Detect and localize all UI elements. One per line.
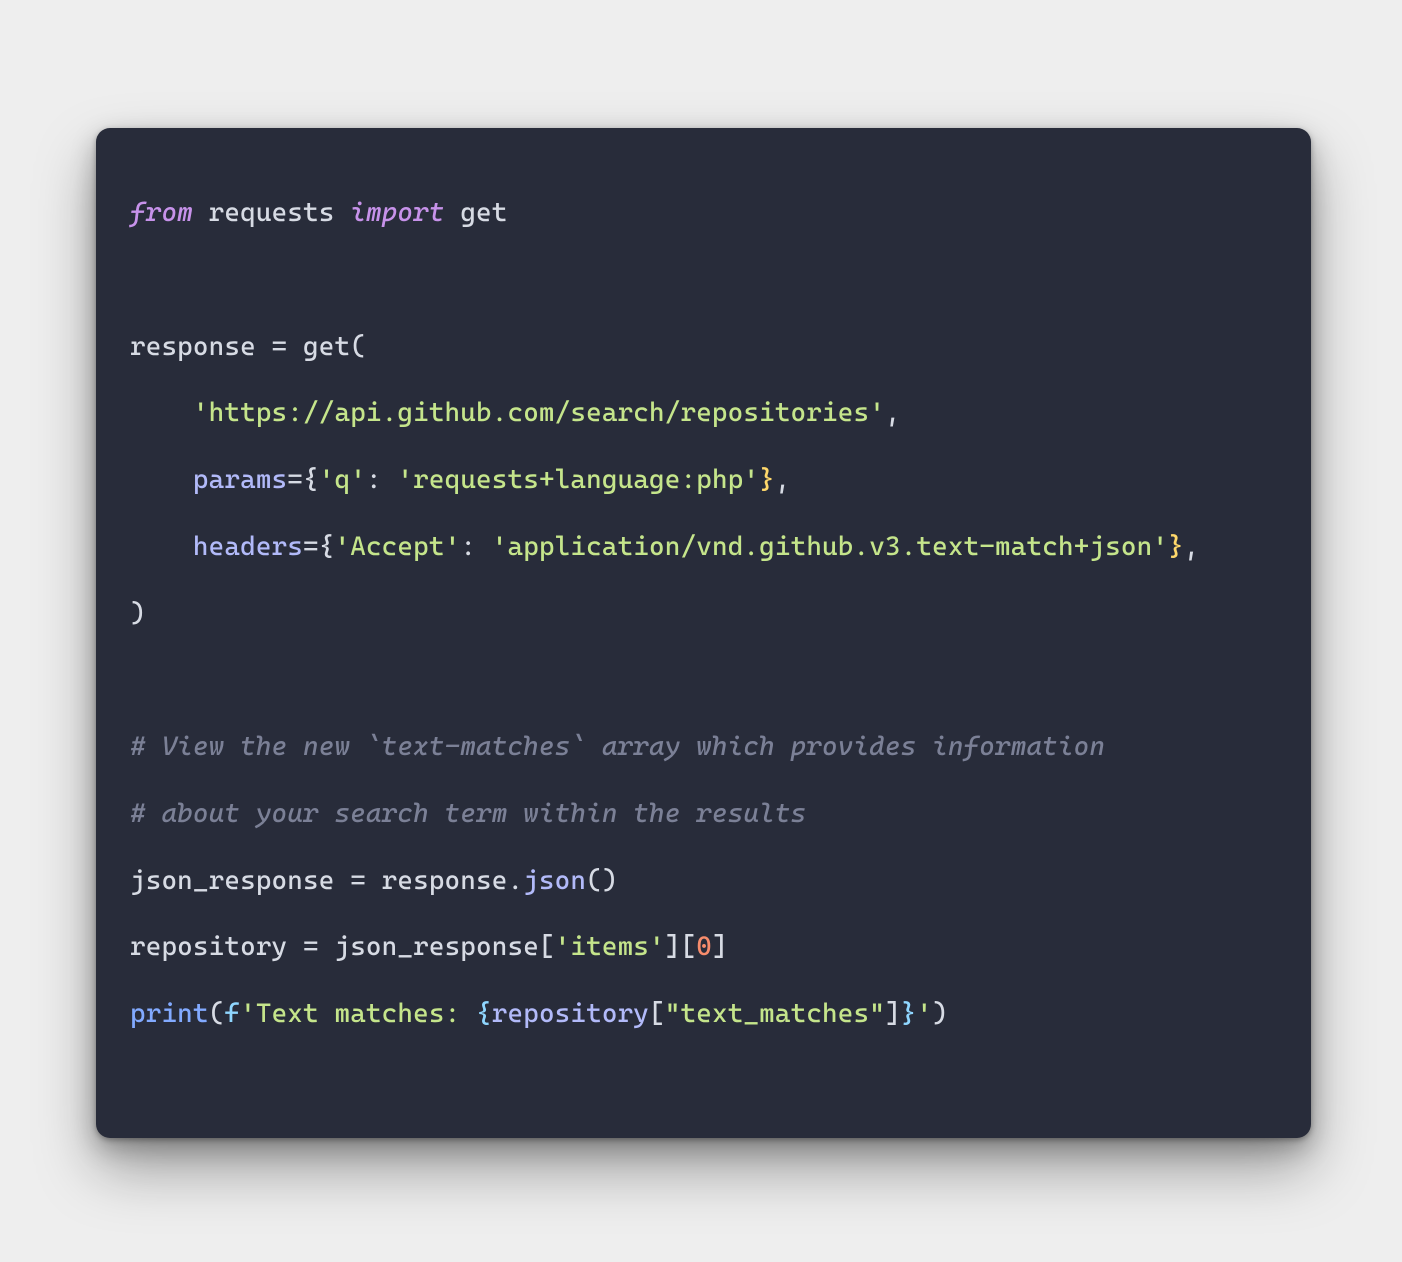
- comma: ,: [885, 397, 901, 428]
- space: [193, 197, 209, 228]
- imported-name: get: [460, 197, 507, 228]
- fstring-var-repository: repository: [492, 998, 649, 1029]
- comment-line-1: # View the new `text-matches` array whic…: [130, 731, 1105, 762]
- fstring-brace-close: }: [901, 998, 917, 1029]
- index-close: ]: [712, 931, 728, 962]
- code-card: from requests import get response = get(…: [96, 128, 1311, 1138]
- indent: [130, 531, 193, 562]
- comment-line-2: # about your search term within the resu…: [130, 798, 806, 829]
- param-params: params: [193, 464, 287, 495]
- equals: =: [350, 865, 366, 896]
- equals: =: [303, 531, 319, 562]
- expr-response-dot: response.: [366, 865, 523, 896]
- paren-open: (: [209, 998, 225, 1029]
- number-zero: 0: [696, 931, 712, 962]
- equals: =: [303, 931, 319, 962]
- brace-close: }: [1168, 531, 1184, 562]
- var-response: response: [130, 331, 272, 362]
- fstring-key: "text_matches": [665, 998, 885, 1029]
- equals: =: [272, 331, 288, 362]
- index-mid: ][: [665, 931, 696, 962]
- space: [445, 197, 461, 228]
- keyword-from: from: [130, 197, 193, 228]
- module-name: requests: [209, 197, 335, 228]
- string-q: 'q': [319, 464, 366, 495]
- expr-jsonresp-index-open: json_response[: [319, 931, 555, 962]
- space: [334, 197, 350, 228]
- var-json-response: json_response: [130, 865, 350, 896]
- comma: ,: [1184, 531, 1200, 562]
- indent: [130, 464, 193, 495]
- fstring-brace-open: {: [476, 998, 492, 1029]
- paren-close: ): [130, 598, 146, 629]
- code-block: from requests import get response = get(…: [130, 180, 1277, 1048]
- fn-print: print: [130, 998, 209, 1029]
- indent: [130, 397, 193, 428]
- string-accept-value: 'application/vnd.github.v3.text-match+js…: [492, 531, 1168, 562]
- fstring-text-2: ': [916, 998, 932, 1029]
- string-query: 'requests+language:php': [397, 464, 759, 495]
- fstring-text-1: 'Text matches:: [240, 998, 476, 1029]
- equals: =: [287, 464, 303, 495]
- var-repository: repository: [130, 931, 303, 962]
- paren-close: ): [932, 998, 948, 1029]
- page-background: from requests import get response = get(…: [0, 0, 1402, 1262]
- brace-open: {: [303, 464, 319, 495]
- brace-close: }: [759, 464, 775, 495]
- string-url: 'https://api.github.com/search/repositor…: [193, 397, 885, 428]
- fstring-index-open: [: [649, 998, 665, 1029]
- fstring-prefix: f: [224, 998, 240, 1029]
- brace-open: {: [319, 531, 335, 562]
- string-accept: 'Accept': [334, 531, 460, 562]
- param-headers: headers: [193, 531, 303, 562]
- call-get-open: get(: [287, 331, 366, 362]
- keyword-import: import: [350, 197, 444, 228]
- colon: :: [460, 531, 491, 562]
- method-json: json: [523, 865, 586, 896]
- colon: :: [366, 464, 397, 495]
- parens: (): [586, 865, 617, 896]
- comma: ,: [775, 464, 791, 495]
- fstring-index-close: ]: [885, 998, 901, 1029]
- string-items: 'items': [555, 931, 665, 962]
